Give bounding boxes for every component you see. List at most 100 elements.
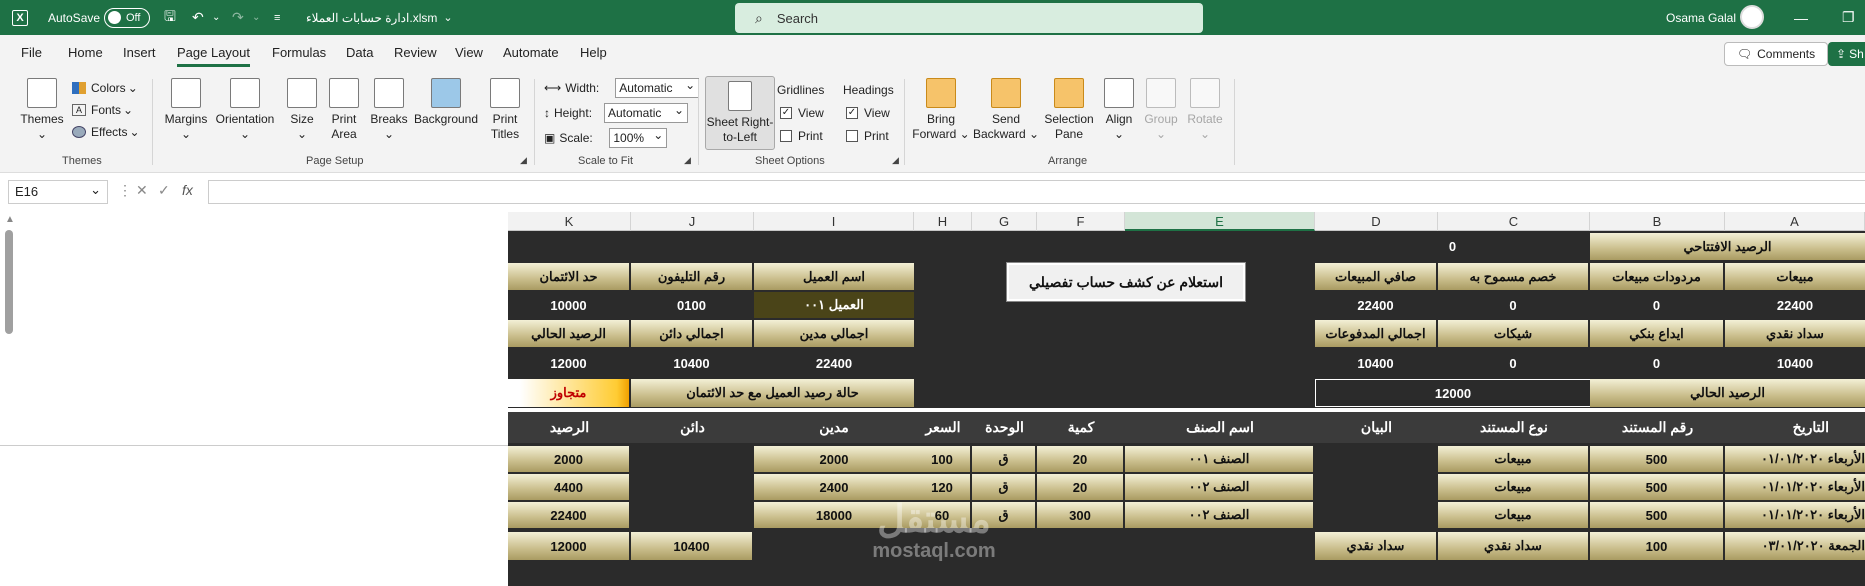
sales-returns-value[interactable]: 0: [1590, 292, 1723, 318]
column-header-b[interactable]: B: [1590, 212, 1725, 231]
rotate-button[interactable]: Rotate ⌄: [1184, 78, 1226, 142]
table-cell[interactable]: [1315, 502, 1436, 528]
size-button[interactable]: Size ⌄: [282, 78, 322, 142]
table-cell[interactable]: [1315, 446, 1436, 472]
more-icon[interactable]: ⋮: [118, 182, 132, 199]
cash-payment-value[interactable]: 10400: [1725, 349, 1865, 377]
total-debit-value[interactable]: 22400: [754, 349, 914, 377]
current-balance-value[interactable]: 12000: [1315, 379, 1590, 407]
tab-help[interactable]: Help: [580, 45, 607, 60]
table-cell[interactable]: 20: [1037, 474, 1123, 500]
phone-value[interactable]: 0100: [631, 292, 752, 318]
table-cell[interactable]: [631, 446, 752, 472]
table-header-unit[interactable]: الوحدة: [972, 412, 1037, 443]
table-cell[interactable]: 12000: [508, 532, 629, 560]
user-name[interactable]: Osama Galal: [1666, 0, 1736, 35]
tab-insert[interactable]: Insert: [123, 45, 156, 60]
width-select[interactable]: Automatic: [615, 76, 700, 98]
undo-icon[interactable]: ↶: [192, 0, 204, 35]
table-cell[interactable]: الصنف ٠٠٢: [1125, 474, 1313, 500]
autosave-toggle[interactable]: Off: [104, 0, 150, 35]
table-cell[interactable]: 22400: [508, 502, 629, 528]
table-cell[interactable]: الصنف ٠٠٢: [1125, 502, 1313, 528]
phone-header[interactable]: رقم التليفون: [631, 263, 752, 290]
customer-name-value[interactable]: العميل ٠٠١: [754, 292, 914, 318]
print-titles-button[interactable]: Print Titles: [484, 78, 526, 142]
column-header-k[interactable]: K: [508, 212, 631, 231]
search-box[interactable]: ⌕ Search: [735, 3, 1203, 33]
column-header-c[interactable]: C: [1438, 212, 1590, 231]
table-header-debit[interactable]: مدين: [754, 412, 914, 443]
redo-icon[interactable]: ↷: [232, 0, 244, 35]
group-button[interactable]: Group ⌄: [1140, 78, 1182, 142]
file-name[interactable]: ادارة حسابات العملاء.xlsm ⌄: [306, 0, 453, 35]
cheques-value[interactable]: 0: [1438, 349, 1588, 377]
height-select[interactable]: Automatic: [604, 101, 688, 123]
table-cell[interactable]: [631, 474, 752, 500]
table-cell[interactable]: مبيعات: [1438, 502, 1588, 528]
table-cell[interactable]: 2000: [754, 446, 914, 472]
share-button[interactable]: ⇪ Sh: [1828, 42, 1865, 66]
table-header-doc-number[interactable]: رقم المستند: [1590, 412, 1725, 443]
margins-button[interactable]: Margins ⌄: [160, 78, 212, 142]
themes-button[interactable]: Themes ⌄: [18, 78, 66, 142]
table-cell[interactable]: 100: [1590, 532, 1723, 560]
fonts-button[interactable]: A Fonts ⌄: [72, 103, 133, 117]
table-header-description[interactable]: البيان: [1315, 412, 1438, 443]
cheques-header[interactable]: شيكات: [1438, 320, 1588, 347]
background-button[interactable]: Background: [412, 78, 480, 127]
table-cell[interactable]: 500: [1590, 502, 1723, 528]
enter-icon[interactable]: ✓: [158, 182, 170, 199]
current-balance-label[interactable]: الرصيد الحالي: [1590, 379, 1865, 407]
column-header-f[interactable]: F: [1037, 212, 1125, 231]
table-cell[interactable]: 120: [914, 474, 970, 500]
tab-review[interactable]: Review: [394, 45, 437, 60]
tab-data[interactable]: Data: [346, 45, 373, 60]
tab-home[interactable]: Home: [68, 45, 103, 60]
opening-balance-label[interactable]: الرصيد الافتتاحي: [1590, 233, 1865, 260]
gridlines-print-checkbox[interactable]: Print: [780, 129, 823, 143]
table-cell[interactable]: الأربعاء ٠١/٠١/٢٠٢٠: [1725, 502, 1865, 528]
table-cell[interactable]: سداد نقدي: [1438, 532, 1588, 560]
selection-pane-button[interactable]: Selection Pane: [1040, 78, 1098, 142]
inquiry-detailed-statement-button[interactable]: استعلام عن كشف حساب تفصيلي: [1007, 263, 1245, 301]
print-area-button[interactable]: Print Area: [324, 78, 364, 142]
column-header-a[interactable]: A: [1725, 212, 1865, 231]
avatar[interactable]: [1740, 5, 1764, 29]
tab-view[interactable]: View: [455, 45, 483, 60]
table-header-doc-type[interactable]: نوع المستند: [1438, 412, 1590, 443]
table-cell[interactable]: مبيعات: [1438, 474, 1588, 500]
undo-dropdown-icon[interactable]: ⌄: [212, 0, 220, 35]
sheet-blank-area[interactable]: [0, 212, 508, 586]
sales-returns-header[interactable]: مردودات مبيعات: [1590, 263, 1723, 290]
gridlines-view-checkbox[interactable]: ✓ View: [780, 106, 824, 120]
credit-limit-header[interactable]: حد الائتمان: [508, 263, 629, 290]
effects-button[interactable]: Effects ⌄: [72, 125, 140, 139]
bank-deposit-header[interactable]: ايداع بنكي: [1590, 320, 1723, 347]
table-cell[interactable]: 500: [1590, 474, 1723, 500]
customize-toolbar-icon[interactable]: ≡: [274, 0, 280, 35]
send-backward-button[interactable]: Send Backward ⌄: [972, 78, 1040, 142]
cash-payment-header[interactable]: سداد نقدي: [1725, 320, 1865, 347]
column-header-e[interactable]: E: [1125, 212, 1315, 231]
table-cell[interactable]: ق: [972, 446, 1035, 472]
sales-header[interactable]: مبيعات: [1725, 263, 1865, 290]
credit-limit-value[interactable]: 10000: [508, 292, 629, 318]
customer-current-balance-value[interactable]: 12000: [508, 349, 629, 377]
sales-value[interactable]: 22400: [1725, 292, 1865, 318]
table-header-item-name[interactable]: اسم الصنف: [1125, 412, 1315, 443]
table-header-credit[interactable]: دائن: [631, 412, 754, 443]
total-credit-value[interactable]: 10400: [631, 349, 752, 377]
table-cell[interactable]: 2000: [508, 446, 629, 472]
column-header-g[interactable]: G: [972, 212, 1037, 231]
table-cell[interactable]: 100: [914, 446, 970, 472]
total-payments-value[interactable]: 10400: [1315, 349, 1436, 377]
allowed-discount-value[interactable]: 0: [1438, 292, 1588, 318]
credit-status-label[interactable]: حالة رصيد العميل مع حد الائتمان: [631, 379, 914, 407]
align-button[interactable]: Align ⌄: [1100, 78, 1138, 142]
table-cell[interactable]: الأربعاء ٠١/٠١/٢٠٢٠: [1725, 446, 1865, 472]
tab-automate[interactable]: Automate: [503, 45, 559, 60]
insert-function-icon[interactable]: fx: [182, 182, 193, 198]
dialog-launcher-icon[interactable]: ◢: [684, 155, 691, 166]
name-box[interactable]: E16: [8, 179, 108, 204]
